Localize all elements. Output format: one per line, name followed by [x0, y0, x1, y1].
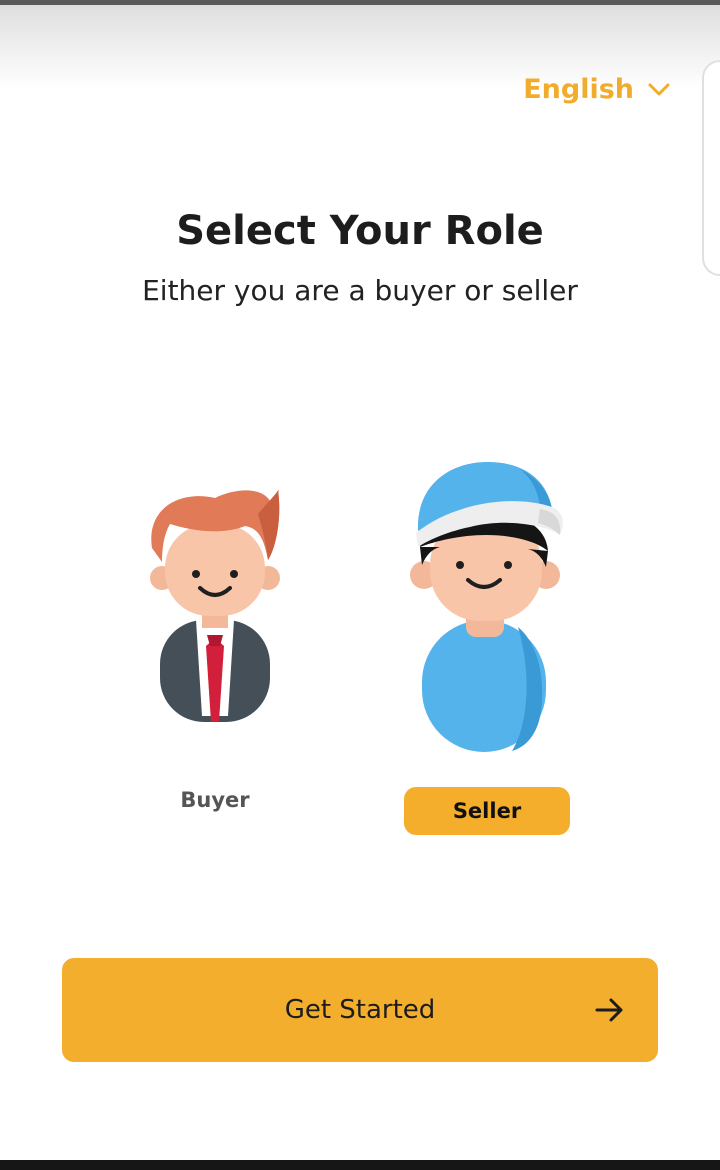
language-label: English [523, 74, 634, 105]
buyer-role-option[interactable]: Buyer [130, 788, 300, 812]
get-started-label: Get Started [284, 995, 436, 1025]
chevron-down-icon [648, 83, 670, 95]
arrow-right-icon [595, 998, 623, 1022]
page-subtitle: Either you are a buyer or seller [142, 274, 578, 307]
seller-avatar-icon[interactable] [400, 455, 570, 755]
language-selector[interactable]: English [523, 74, 670, 105]
seller-role-option[interactable]: Seller [404, 787, 570, 835]
get-started-button[interactable]: Get Started [62, 958, 658, 1062]
page-title: Select Your Role [176, 208, 544, 254]
role-selection-screen: English Select Your Role Either you are … [0, 0, 720, 1170]
buyer-avatar-icon[interactable] [140, 478, 290, 728]
nav-bar-edge [0, 1160, 720, 1170]
